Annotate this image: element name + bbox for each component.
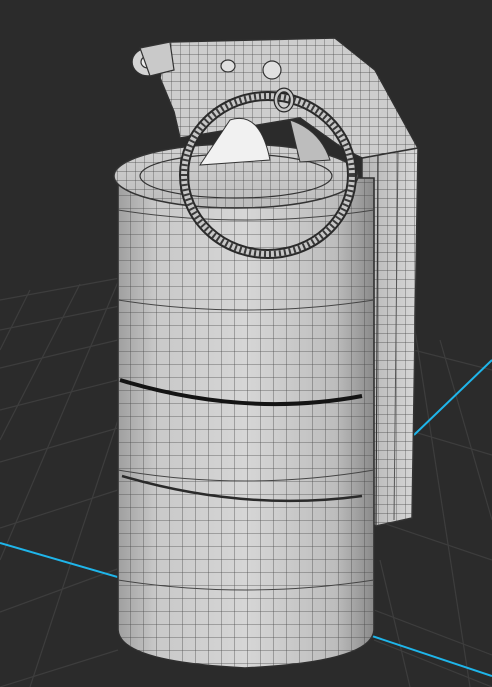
x-axis-line: [0, 542, 129, 581]
viewport-canvas[interactable]: [0, 0, 492, 687]
3d-viewport[interactable]: [0, 0, 492, 687]
z-axis-line: [359, 631, 492, 677]
